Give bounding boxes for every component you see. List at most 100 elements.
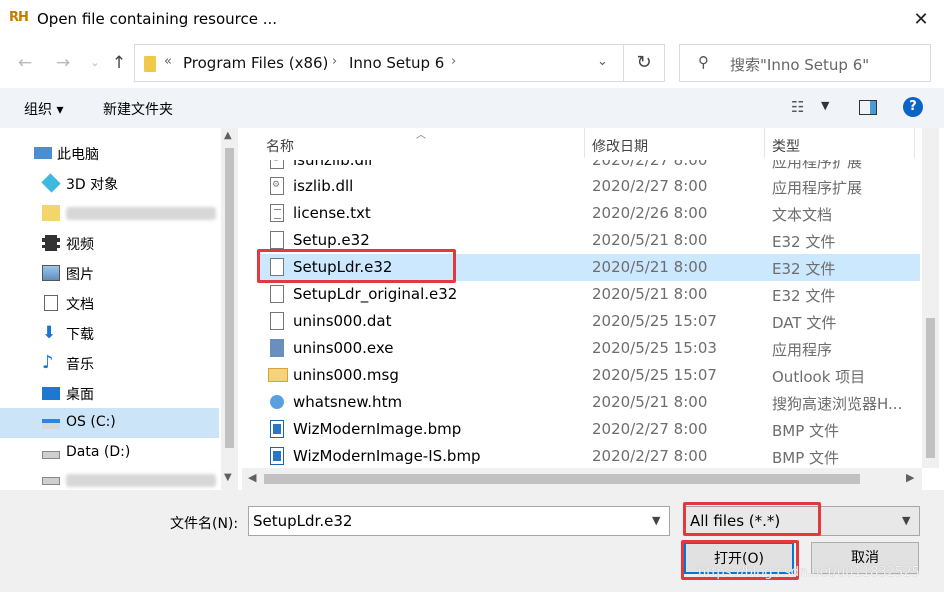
filename-label: 文件名(N): [170,516,239,532]
nav-item-desktop[interactable]: 桌面 [0,378,219,408]
file-row[interactable]: unins000.dat 2020/5/25 15:07 DAT 文件 [260,308,920,335]
recent-locations-chevron-icon[interactable]: ⌄ [82,50,108,76]
chevron-down-icon[interactable]: ▼ [652,514,660,527]
computer-icon [34,147,52,159]
file-row[interactable]: license.txt 2020/2/26 8:00 文本文档 [260,200,920,227]
scroll-thumb[interactable] [225,148,234,448]
redacted-label [66,207,216,220]
file-row-selected[interactable]: SetupLdr.e32 2020/5/21 8:00 E32 文件 [260,254,920,281]
filename-input[interactable]: SetupLdr.e32 ▼ [248,506,670,536]
nav-item-os-c[interactable]: OS (C:) [0,408,219,438]
file-icon [270,258,284,276]
bitmap-image-icon [270,447,284,465]
nav-scrollbar[interactable]: ▲ ▼ [221,128,238,490]
back-arrow-icon[interactable]: ← [12,50,38,76]
column-divider[interactable] [914,128,915,158]
nav-item-blurred-folder[interactable] [0,198,219,228]
scroll-thumb[interactable] [926,318,935,458]
file-row[interactable]: whatsnew.htm 2020/5/21 8:00 搜狗高速浏览器H... [260,389,920,416]
file-date: 2020/5/21 8:00 [592,285,708,303]
nav-item-data-d[interactable]: Data (D:) [0,438,219,468]
file-row[interactable]: unins000.msg 2020/5/25 15:07 Outlook 项目 [260,362,920,389]
view-options-icon[interactable]: ☷ [791,98,804,116]
nav-item-label: Data (D:) [66,444,131,460]
up-arrow-icon[interactable]: ↑ [106,50,132,76]
nav-item-this-pc[interactable]: 此电脑 [0,138,219,168]
file-row[interactable]: isunzlib.dll 2020/2/27 8:00 应用程序扩展 [260,160,920,174]
installer-exe-icon [270,339,284,357]
file-row[interactable]: WizModernImage.bmp 2020/2/27 8:00 BMP 文件 [260,416,920,443]
file-type: 搜狗高速浏览器H... [772,395,903,413]
column-divider[interactable] [584,128,585,158]
file-name: SetupLdr_original.e32 [293,285,458,303]
column-header-type[interactable]: 类型 [772,136,800,156]
envelope-icon [268,368,288,382]
bitmap-image-icon [270,420,284,438]
column-divider[interactable] [764,128,765,158]
folder-icon [42,205,60,221]
address-bar[interactable]: « Program Files (x86) › Inno Setup 6 › ⌄ [134,44,624,82]
nav-item-label: OS (C:) [66,414,116,430]
nav-item-label: 视频 [66,237,94,253]
nav-item-label: 下载 [66,327,94,343]
watermark: https://blog.csdn.net/u011832525 [698,565,920,580]
file-row[interactable]: SetupLdr_original.e32 2020/5/21 8:00 E32… [260,281,920,308]
dll-file-icon [270,160,284,169]
chevron-down-icon[interactable]: ⌄ [597,54,608,69]
file-row[interactable]: iszlib.dll 2020/2/27 8:00 应用程序扩展 [260,173,920,200]
title-bar: RH Open file containing resource ... ✕ [0,0,944,38]
file-date: 2020/5/21 8:00 [592,258,708,276]
chevron-right-icon[interactable]: › [451,54,456,69]
chevron-down-icon[interactable]: ▼ [902,514,910,527]
organize-button[interactable]: 组织 ▾ [24,99,63,119]
column-header-date[interactable]: 修改日期 [592,136,648,156]
file-row[interactable]: Setup.e32 2020/5/21 8:00 E32 文件 [260,227,920,254]
scroll-right-icon[interactable]: ▶ [906,471,914,484]
nav-item-blurred-drive[interactable] [0,468,219,490]
navigation-pane: 此电脑 3D 对象 视频 图片 文档 ⬇ 下载 ♪ 音乐 桌面 OS (C:) … [0,128,240,490]
column-header-name[interactable]: 名称 [266,136,294,156]
file-list-vertical-scrollbar[interactable] [922,128,939,468]
file-type: BMP 文件 [772,449,840,467]
filetype-select[interactable]: All files (*.*) ▼ [684,506,920,536]
scroll-up-icon[interactable]: ▲ [224,130,232,141]
file-row[interactable]: WizModernImage-IS.bmp 2020/2/27 8:00 BMP… [260,443,920,468]
file-icon [270,312,284,330]
breadcrumb-inno-setup[interactable]: Inno Setup 6 [349,54,444,72]
nav-item-music[interactable]: ♪ 音乐 [0,348,219,378]
search-placeholder: 搜索"Inno Setup 6" [730,56,870,74]
sort-ascending-icon: ︿ [416,130,426,141]
nav-item-downloads[interactable]: ⬇ 下载 [0,318,219,348]
nav-item-3d-objects[interactable]: 3D 对象 [0,168,219,198]
forward-arrow-icon[interactable]: → [50,50,76,76]
scroll-left-icon[interactable]: ◀ [248,471,256,484]
chevron-down-icon[interactable]: ▼ [821,99,829,112]
file-date: 2020/2/27 8:00 [592,447,708,465]
close-icon[interactable]: ✕ [905,6,937,34]
preview-pane-icon[interactable] [859,100,877,115]
scroll-down-icon[interactable]: ▼ [224,472,232,483]
nav-item-documents[interactable]: 文档 [0,288,219,318]
file-icon [270,231,284,249]
file-list-horizontal-scrollbar[interactable]: ◀ ▶ [242,468,922,490]
chevron-right-icon[interactable]: › [332,54,337,69]
app-logo-icon: RH [9,10,29,25]
breadcrumb-program-files[interactable]: Program Files (x86) [183,54,328,72]
folder-icon [144,56,156,72]
nav-item-label: 图片 [66,267,94,283]
overflow-chevron-icon[interactable]: « [164,54,172,69]
file-row[interactable]: unins000.exe 2020/5/25 15:03 应用程序 [260,335,920,362]
scroll-thumb[interactable] [264,474,860,484]
search-input[interactable]: ⚲ 搜索"Inno Setup 6" [679,44,931,82]
text-file-icon [270,204,284,222]
refresh-button[interactable]: ↻ [623,44,665,82]
file-name: iszlib.dll [293,177,354,195]
file-name: whatsnew.htm [293,393,403,411]
file-type: 应用程序扩展 [772,160,863,171]
drive-icon [42,477,60,485]
new-folder-button[interactable]: 新建文件夹 [103,99,173,119]
nav-item-videos[interactable]: 视频 [0,228,219,258]
nav-item-pictures[interactable]: 图片 [0,258,219,288]
help-icon[interactable]: ? [903,97,923,117]
file-name: Setup.e32 [293,231,370,249]
